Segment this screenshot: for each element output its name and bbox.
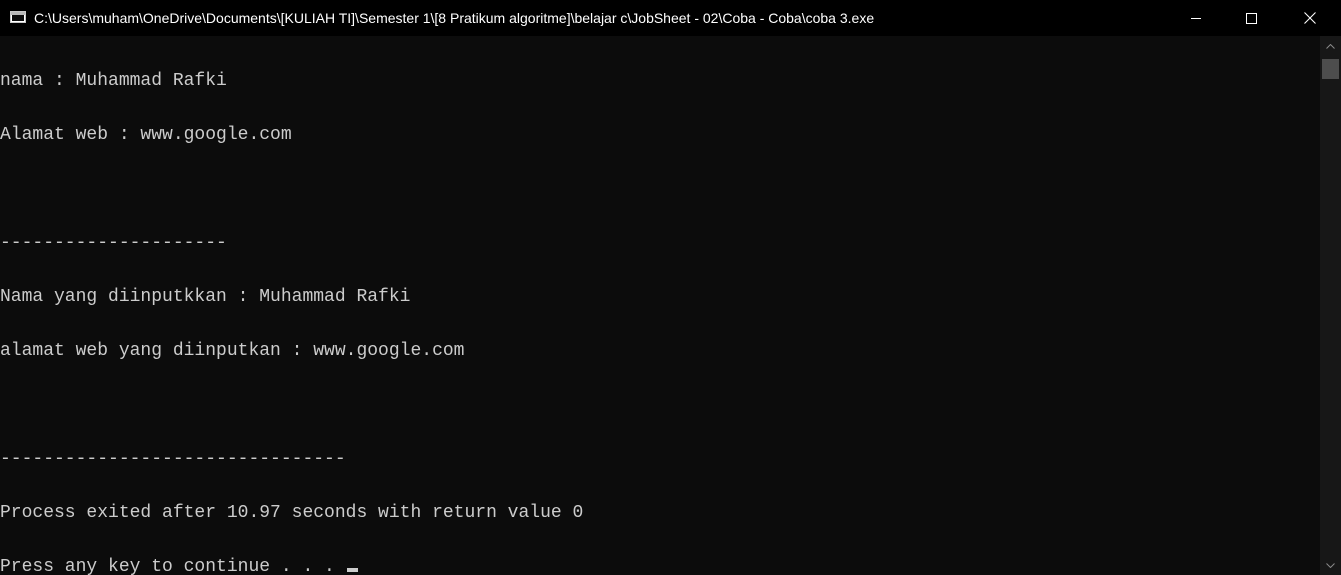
scroll-up-button[interactable] (1320, 36, 1341, 56)
console-line: nama : Muhammad Rafki (0, 71, 227, 91)
scroll-down-button[interactable] (1320, 555, 1341, 575)
console-window: C:\Users\muham\OneDrive\Documents\[KULIA… (0, 0, 1341, 575)
chevron-up-icon (1326, 43, 1335, 49)
console-prompt-line: Press any key to continue . . . (0, 558, 1320, 575)
text-cursor (346, 568, 358, 572)
title-bar[interactable]: C:\Users\muham\OneDrive\Documents\[KULIA… (0, 0, 1341, 36)
console-window-icon[interactable] (10, 11, 26, 23)
minimize-button[interactable] (1173, 0, 1219, 36)
close-icon (1304, 12, 1316, 24)
vertical-scrollbar[interactable] (1320, 36, 1341, 575)
console-line: Alamat web : www.google.com (0, 125, 292, 145)
maximize-button[interactable] (1228, 0, 1274, 36)
console-line: Nama yang diinputkkan : Muhammad Rafki (0, 287, 411, 307)
console-line: Process exited after 10.97 seconds with … (0, 503, 584, 523)
window-title: C:\Users\muham\OneDrive\Documents\[KULIA… (34, 10, 875, 26)
console-line: -------------------------------- (0, 449, 346, 469)
maximize-icon (1245, 12, 1257, 24)
scrollbar-thumb[interactable] (1322, 59, 1339, 79)
minimize-icon (1191, 18, 1201, 19)
console-line: Press any key to continue . . . (0, 557, 346, 575)
console-line: --------------------- (0, 233, 227, 253)
console-output[interactable]: nama : Muhammad Rafki Alamat web : www.g… (0, 36, 1320, 575)
chevron-down-icon (1326, 562, 1335, 568)
console-line: alamat web yang diinputkan : www.google.… (0, 341, 465, 361)
close-button[interactable] (1287, 0, 1333, 36)
